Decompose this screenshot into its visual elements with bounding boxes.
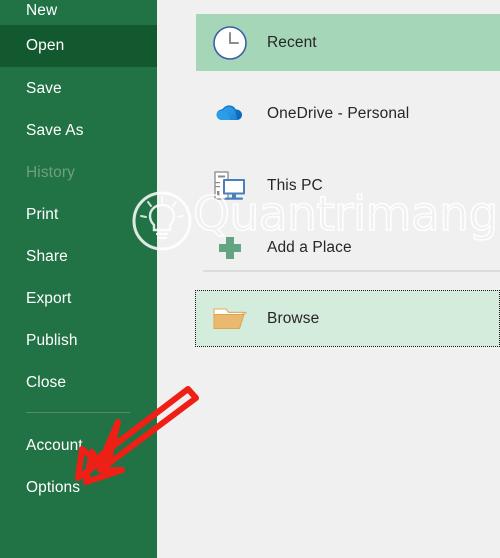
sidebar-item-label: Close [26, 374, 67, 391]
sidebar-item-label: Open [26, 37, 65, 54]
plus-icon [210, 228, 250, 268]
place-item-recent[interactable]: Recent [196, 14, 500, 71]
place-item-browse[interactable]: Browse [195, 290, 500, 347]
sidebar-item-label: Save [26, 80, 62, 97]
sidebar-item-open[interactable]: Open [0, 25, 157, 67]
sidebar-item-label: Publish [26, 332, 78, 349]
sidebar-item-label: New [26, 2, 58, 19]
sidebar-item-options[interactable]: Options [0, 467, 157, 509]
sidebar-item-account[interactable]: Account [0, 425, 157, 467]
sidebar-item-share[interactable]: Share [0, 236, 157, 278]
sidebar-item-label: Export [26, 290, 72, 307]
open-places-pane: Recent OneDrive - Personal This PC Add a… [157, 0, 500, 558]
place-item-this-pc[interactable]: This PC [196, 157, 500, 214]
onedrive-cloud-icon [210, 94, 250, 134]
sidebar-divider [26, 412, 130, 413]
place-item-onedrive[interactable]: OneDrive - Personal [196, 85, 500, 142]
sidebar-item-close[interactable]: Close [0, 362, 157, 404]
sidebar-item-history: History [0, 152, 157, 194]
place-item-label: OneDrive - Personal [267, 104, 410, 122]
sidebar-item-label: History [26, 164, 75, 181]
place-item-label: This PC [267, 176, 323, 194]
place-item-label: Browse [267, 309, 320, 327]
folder-icon [210, 299, 250, 339]
pane-divider [203, 270, 500, 272]
sidebar-item-save[interactable]: Save [0, 68, 157, 110]
sidebar-item-export[interactable]: Export [0, 278, 157, 320]
sidebar-item-label: Print [26, 206, 59, 223]
sidebar-item-save-as[interactable]: Save As [0, 110, 157, 152]
sidebar-item-label: Options [26, 479, 81, 496]
sidebar-item-print[interactable]: Print [0, 194, 157, 236]
sidebar-item-publish[interactable]: Publish [0, 320, 157, 362]
this-pc-icon [210, 166, 250, 206]
excel-backstage-open-screen: New Open Save Save As History Print Shar… [0, 0, 500, 558]
sidebar-item-label: Share [26, 248, 68, 265]
clock-icon [210, 23, 250, 63]
backstage-sidebar: New Open Save Save As History Print Shar… [0, 0, 157, 558]
sidebar-item-label: Save As [26, 122, 84, 139]
place-item-label: Recent [267, 33, 317, 51]
sidebar-item-label: Account [26, 437, 83, 454]
place-item-label: Add a Place [267, 238, 352, 256]
place-item-add-a-place[interactable]: Add a Place [196, 219, 500, 276]
